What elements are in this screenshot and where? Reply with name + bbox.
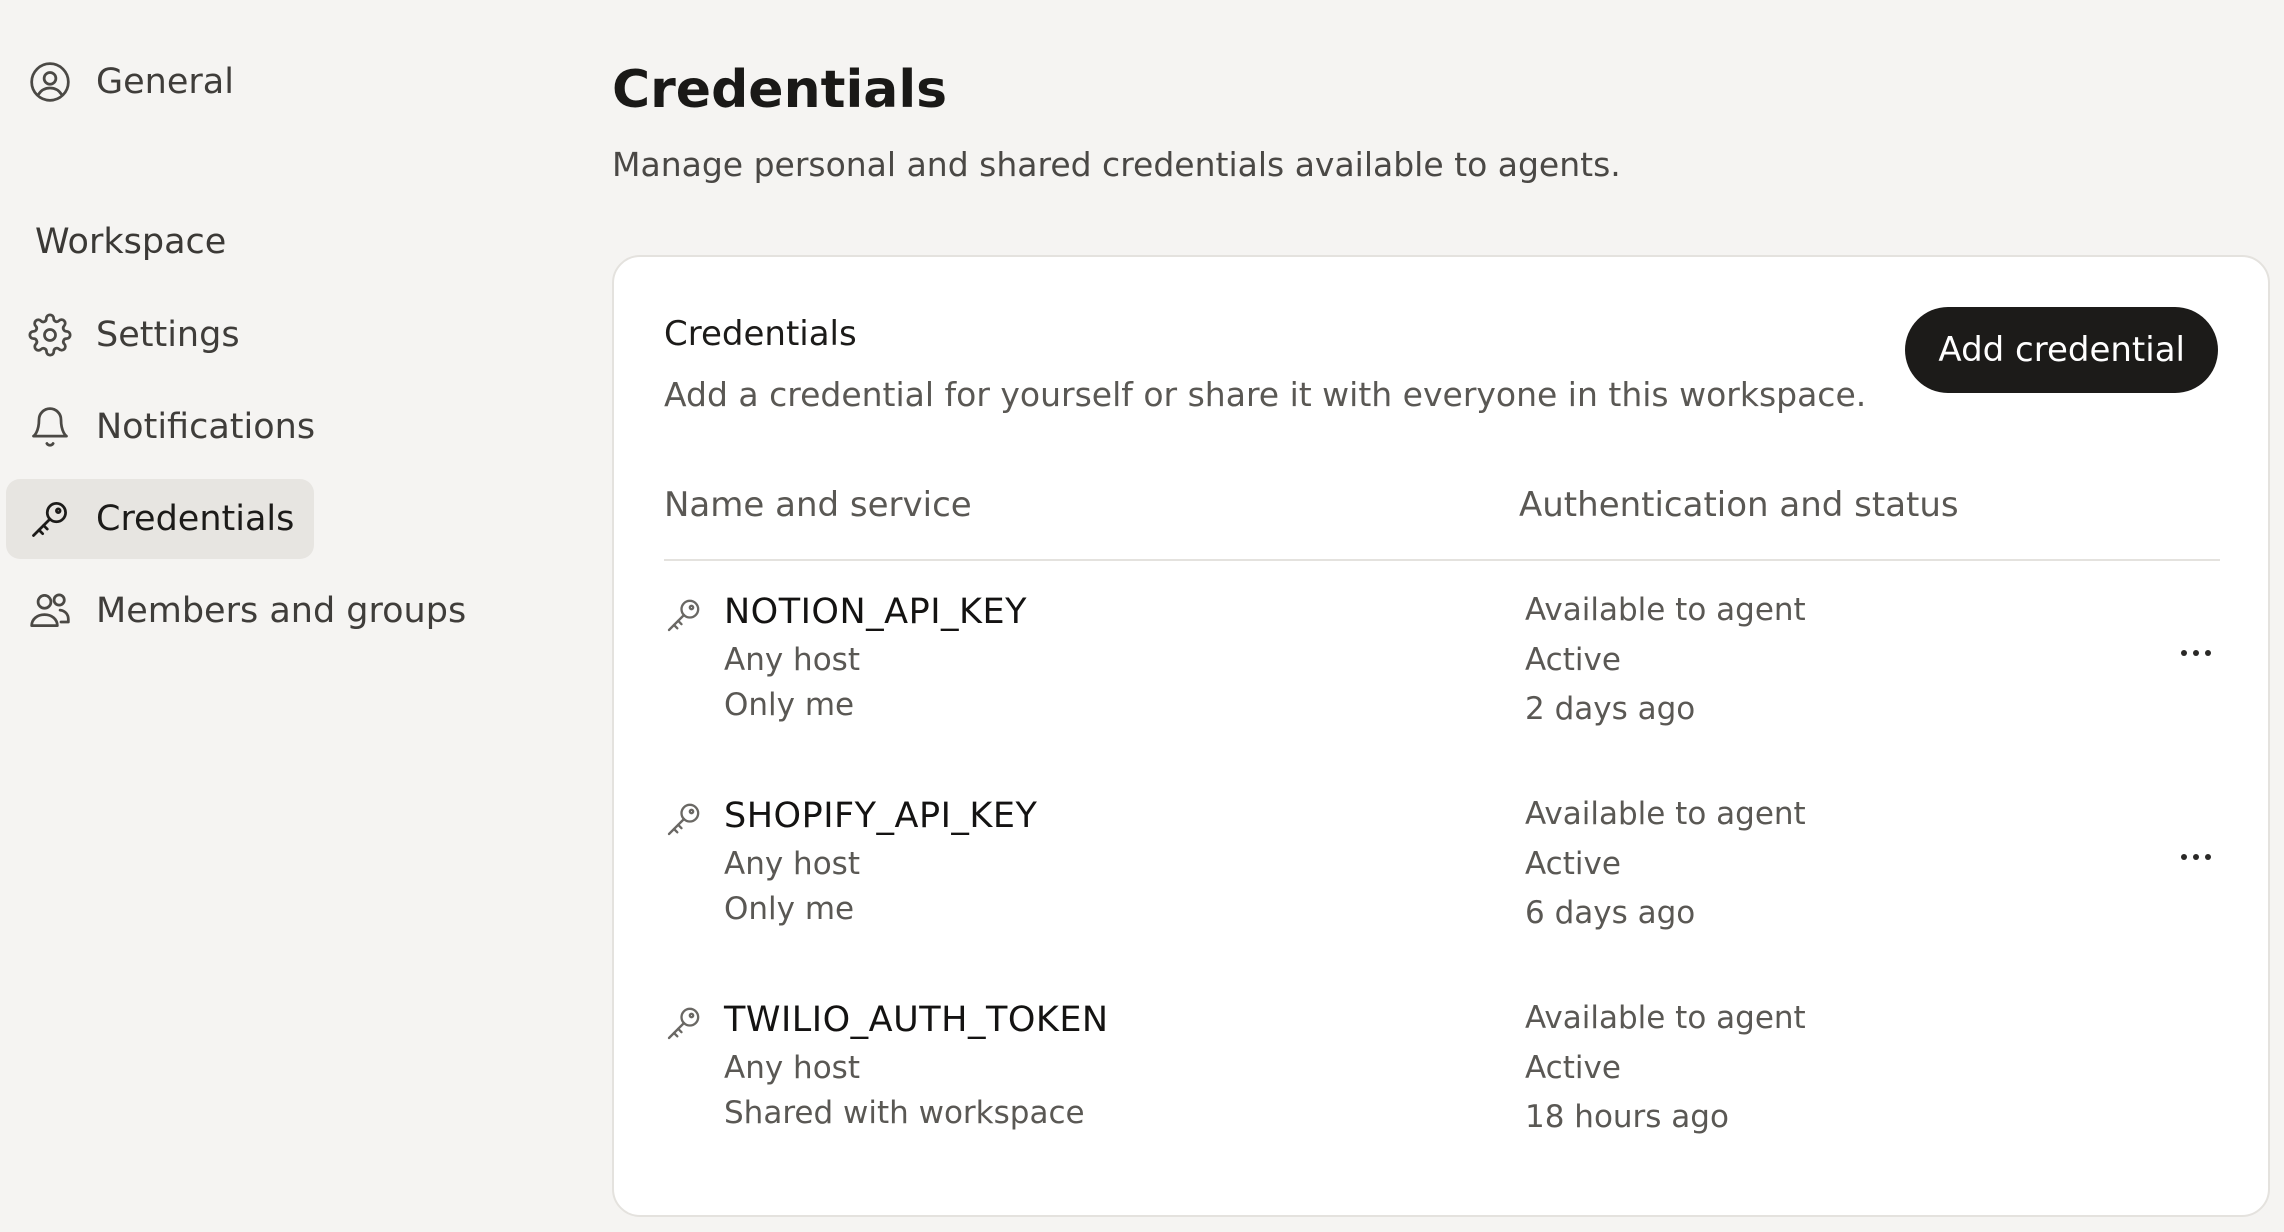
users-icon (28, 589, 72, 633)
credential-name: SHOPIFY_API_KEY (724, 796, 1038, 836)
credential-host: Any host (724, 1050, 860, 1086)
bell-icon (28, 405, 72, 449)
credential-name: TWILIO_AUTH_TOKEN (724, 1000, 1109, 1040)
credential-host: Any host (724, 642, 860, 678)
sidebar-item-members-and-groups[interactable]: Members and groups (6, 571, 486, 651)
gear-icon (28, 313, 72, 357)
credential-scope: Only me (724, 687, 855, 723)
key-icon (664, 799, 704, 839)
key-icon (664, 595, 704, 635)
page-title: Credentials (612, 60, 948, 120)
key-icon (28, 497, 72, 541)
sidebar-item-label: Settings (96, 315, 240, 355)
card-description: Add a credential for yourself or share i… (664, 375, 1867, 414)
add-credential-button[interactable]: Add credential (1905, 307, 2218, 393)
credential-scope: Shared with workspace (724, 1095, 1085, 1131)
credential-availability: Available to agent (1525, 796, 1806, 832)
column-header-auth: Authentication and status (1519, 485, 1959, 525)
credential-updated: 2 days ago (1525, 691, 1696, 727)
ellipsis-icon (2181, 854, 2211, 860)
table-row[interactable]: NOTION_API_KEY Any host Only me Availabl… (664, 587, 2220, 787)
page-subtitle: Manage personal and shared credentials a… (612, 145, 1621, 184)
sidebar-item-label: General (96, 62, 234, 102)
sidebar-item-credentials[interactable]: Credentials (6, 479, 315, 559)
section-label-workspace: Workspace (35, 222, 227, 262)
table-header: Name and service Authentication and stat… (664, 485, 2220, 561)
sidebar-item-label: Members and groups (96, 591, 467, 631)
table-row[interactable]: SHOPIFY_API_KEY Any host Only me Availab… (664, 791, 2220, 991)
sidebar: General Workspace Settings Notifications (0, 0, 560, 1232)
credentials-card: Credentials Add a credential for yoursel… (612, 255, 2270, 1217)
key-icon (664, 1003, 704, 1043)
column-header-name: Name and service (664, 485, 972, 525)
credential-status: Active (1525, 1050, 1621, 1086)
ellipsis-icon (2181, 650, 2211, 656)
credential-name: NOTION_API_KEY (724, 592, 1027, 632)
credential-updated: 18 hours ago (1525, 1099, 1729, 1135)
more-options-button[interactable] (2174, 631, 2218, 675)
sidebar-item-label: Credentials (96, 499, 295, 539)
more-options-button[interactable] (2174, 835, 2218, 879)
card-title: Credentials (664, 314, 857, 354)
credential-host: Any host (724, 846, 860, 882)
sidebar-item-notifications[interactable]: Notifications (6, 387, 335, 467)
sidebar-item-settings[interactable]: Settings (6, 295, 260, 375)
credential-status: Active (1525, 642, 1621, 678)
credential-availability: Available to agent (1525, 592, 1806, 628)
sidebar-item-label: Notifications (96, 407, 316, 447)
credential-updated: 6 days ago (1525, 895, 1696, 931)
credential-status: Active (1525, 846, 1621, 882)
table-row[interactable]: TWILIO_AUTH_TOKEN Any host Shared with w… (664, 995, 2220, 1195)
credential-scope: Only me (724, 891, 855, 927)
user-circle-icon (28, 60, 72, 104)
credential-availability: Available to agent (1525, 1000, 1806, 1036)
sidebar-item-general[interactable]: General (6, 42, 254, 122)
